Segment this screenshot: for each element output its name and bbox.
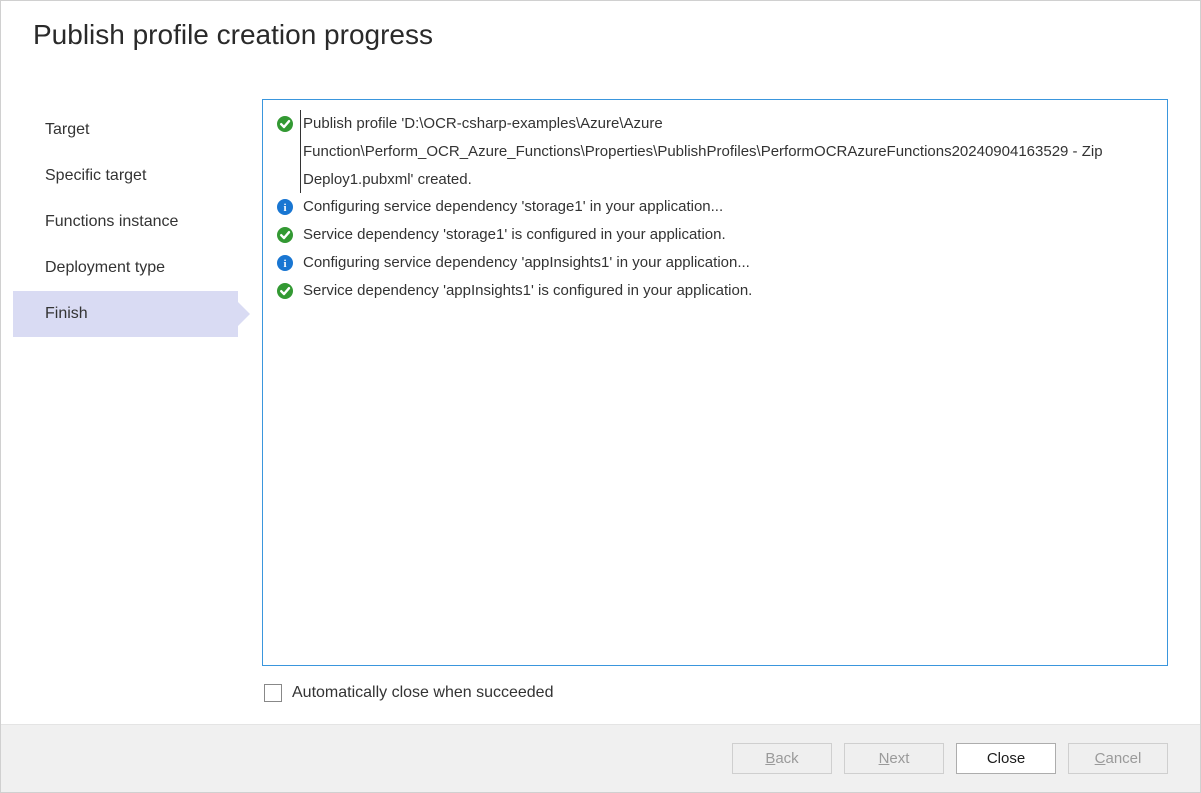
success-icon <box>277 283 293 299</box>
cancel-button-rest: ancel <box>1105 750 1141 767</box>
next-button[interactable]: Next <box>844 743 944 774</box>
info-icon: i <box>277 255 293 271</box>
log-text: Service dependency 'storage1' is configu… <box>303 221 1153 249</box>
sidebar-item-functions-instance[interactable]: Functions instance <box>13 199 238 245</box>
close-button[interactable]: Close <box>956 743 1056 774</box>
auto-close-label: Automatically close when succeeded <box>292 684 553 702</box>
log-text: Service dependency 'appInsights1' is con… <box>303 277 1153 305</box>
log-entry: Publish profile 'D:\OCR-csharp-examples\… <box>277 110 1153 193</box>
sidebar-item-deployment-type[interactable]: Deployment type <box>13 245 238 291</box>
auto-close-checkbox[interactable] <box>264 684 282 702</box>
log-text: Publish profile 'D:\OCR-csharp-examples\… <box>300 110 1153 193</box>
sidebar-item-finish[interactable]: Finish <box>13 291 238 337</box>
log-text: Configuring service dependency 'storage1… <box>303 193 1153 221</box>
back-button[interactable]: Back <box>732 743 832 774</box>
log-entry: Service dependency 'appInsights1' is con… <box>277 277 1153 305</box>
sidebar-item-target[interactable]: Target <box>13 107 238 153</box>
info-icon: i <box>277 199 293 215</box>
main-panel: Publish profile 'D:\OCR-csharp-examples\… <box>238 99 1168 712</box>
next-button-rest: ext <box>889 750 909 767</box>
log-entry: i Configuring service dependency 'storage… <box>277 193 1153 221</box>
wizard-sidebar: TargetSpecific targetFunctions instanceD… <box>13 99 238 712</box>
log-text: Configuring service dependency 'appInsig… <box>303 249 1153 277</box>
page-title: Publish profile creation progress <box>33 19 1168 51</box>
content-area: TargetSpecific targetFunctions instanceD… <box>1 59 1200 724</box>
auto-close-row: Automatically close when succeeded <box>262 666 1168 712</box>
back-button-rest: ack <box>775 750 798 767</box>
svg-text:i: i <box>283 258 286 270</box>
svg-text:i: i <box>283 202 286 214</box>
log-entry: Service dependency 'storage1' is configu… <box>277 221 1153 249</box>
log-entry: i Configuring service dependency 'appInsi… <box>277 249 1153 277</box>
dialog-footer: Back Next Close Cancel <box>1 724 1200 792</box>
success-icon <box>277 116 293 132</box>
sidebar-item-specific-target[interactable]: Specific target <box>13 153 238 199</box>
cancel-button[interactable]: Cancel <box>1068 743 1168 774</box>
dialog-header: Publish profile creation progress <box>1 1 1200 59</box>
success-icon <box>277 227 293 243</box>
progress-log[interactable]: Publish profile 'D:\OCR-csharp-examples\… <box>262 99 1168 666</box>
